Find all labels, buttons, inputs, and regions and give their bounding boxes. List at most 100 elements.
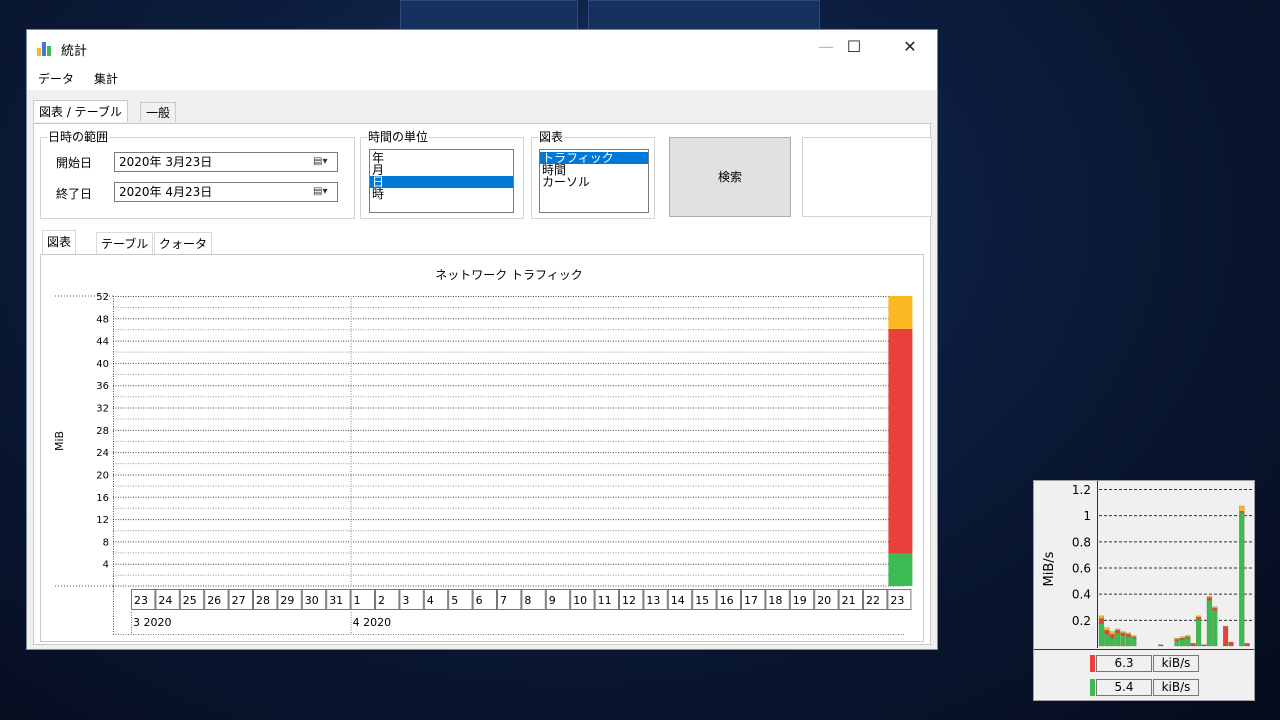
calendar-dropdown-icon[interactable]: ▤▾: [313, 155, 335, 169]
x-tick-label: 1: [354, 594, 361, 607]
x-tick-label: 28: [256, 594, 270, 607]
calendar-dropdown-icon[interactable]: ▤▾: [313, 185, 335, 199]
close-button[interactable]: ✕: [887, 30, 933, 64]
gadget-bar-segment: [1098, 615, 1104, 619]
gadget-bar-segment: [1179, 637, 1185, 640]
x-tick-label: 31: [329, 594, 343, 607]
traffic-bar-segment: [888, 328, 913, 554]
gadget-bar-segment: [1196, 617, 1202, 620]
start-date-picker[interactable]: 2020年 3月23日 ▤▾: [114, 152, 338, 172]
time-unit-option[interactable]: 年: [370, 152, 513, 164]
x-tick-label: 30: [305, 594, 319, 607]
gadget-bar-segment: [1120, 632, 1126, 636]
y-tick-label: 4: [103, 560, 109, 571]
menu-data[interactable]: データ: [38, 70, 74, 87]
x-tick-label: 9: [549, 594, 556, 607]
y-tick-label: 44: [96, 337, 109, 348]
empty-panel: [802, 137, 932, 217]
start-date-label: 開始日: [56, 156, 93, 170]
gadget-bar-segment: [1174, 640, 1180, 647]
gadget-bar-segment: [1244, 643, 1250, 647]
gadget-bar-segment: [1125, 632, 1131, 635]
gadget-bar-segment: [1109, 634, 1115, 639]
gadget-bar-segment: [1120, 635, 1126, 647]
gadget-bar-segment: [1125, 634, 1131, 637]
gadget-bar-segment: [1196, 615, 1202, 618]
gadget-bar-segment: [1174, 637, 1180, 640]
x-tick-label: 5: [451, 594, 458, 607]
x-tick-label: 24: [158, 594, 172, 607]
y-tick-label: 40: [96, 359, 109, 370]
download-rate-unit: kiB/s: [1153, 655, 1199, 672]
y-tick-label: 28: [96, 426, 109, 437]
y-tick-label: 52: [96, 292, 109, 303]
x-tick-label: 4: [427, 594, 434, 607]
network-meter-gadget: 0.2 0.4 0.6 0.8 1 1.2 MiB/s 6.3 kiB/s 5.4 kiB/…: [1033, 480, 1255, 701]
tab-chart-table[interactable]: 図表 / テーブル: [33, 100, 128, 122]
chart-type-option[interactable]: カーソル: [540, 176, 648, 188]
gadget-y-tick-label: 1.2: [1072, 483, 1091, 497]
gadget-bar-segment: [1239, 511, 1245, 513]
month-group-label: 4 2020: [353, 616, 392, 629]
upload-rate-value: 5.4: [1096, 679, 1152, 696]
tab-quota[interactable]: クォータ: [154, 232, 213, 254]
title-bar[interactable]: 統計 — ☐ ✕: [27, 30, 937, 66]
end-date-picker[interactable]: 2020年 4月23日 ▤▾: [114, 182, 338, 202]
x-tick-label: 10: [573, 594, 587, 607]
upload-rate-unit: kiB/s: [1153, 679, 1199, 696]
y-tick-label: 36: [96, 381, 109, 392]
y-axis-label: MiB: [53, 431, 66, 451]
tab-general[interactable]: 一般: [140, 102, 177, 122]
x-tick-label: 3: [402, 594, 409, 607]
x-tick-label: 26: [207, 594, 221, 607]
x-tick-label: 17: [744, 594, 758, 607]
x-tick-label: 13: [646, 594, 660, 607]
gadget-bar-segment: [1185, 636, 1191, 639]
chart-type-group: 図表 トラフィック 時間 カーソル: [531, 129, 655, 219]
y-tick-label: 20: [96, 470, 109, 481]
time-unit-listbox[interactable]: 年 月 日 時: [369, 149, 514, 213]
download-color-swatch: [1090, 655, 1095, 672]
gadget-bar-segment: [1131, 636, 1137, 639]
y-tick-label: 24: [96, 448, 109, 459]
gadget-bar-segment: [1185, 635, 1191, 637]
search-button[interactable]: 検索: [669, 137, 791, 217]
menu-aggregate[interactable]: 集計: [94, 70, 118, 87]
gadget-bar-segment: [1179, 636, 1185, 639]
x-tick-label: 20: [817, 594, 831, 607]
tab-chart[interactable]: 図表: [42, 230, 77, 254]
gadget-bar-segment: [1125, 636, 1131, 647]
time-unit-option-selected[interactable]: 日: [370, 176, 513, 188]
tab-page-chart-table: 日時の範囲 開始日 2020年 3月23日 ▤▾ 終了日 2020年 4月23日…: [33, 123, 932, 645]
gadget-y-axis-label: MiB/s: [1042, 551, 1057, 586]
y-tick-label: 32: [96, 404, 109, 415]
chart-panel: ネットワーク トラフィック 4 8 12 16 20 24 28 32 36 40 44 48 52 MiB…: [40, 254, 924, 642]
desktop-window-edge: [588, 0, 820, 30]
tab-table[interactable]: テーブル: [96, 232, 154, 254]
gadget-y-tick-label: 0.6: [1072, 562, 1091, 576]
x-tick-label: 14: [671, 594, 685, 607]
gadget-bar-segment: [1196, 619, 1202, 647]
gadget-bar-segment: [1223, 626, 1229, 647]
gadget-bar-segment: [1212, 607, 1218, 611]
time-unit-option[interactable]: 月: [370, 164, 513, 176]
x-tick-label: 25: [183, 594, 197, 607]
gadget-y-tick-label: 1: [1083, 509, 1091, 523]
gadget-bar-segment: [1115, 632, 1121, 647]
window-title: 統計: [61, 44, 88, 59]
x-tick-label: 19: [793, 594, 807, 607]
x-tick-label: 27: [232, 594, 246, 607]
gadget-bar-segment: [1115, 630, 1121, 634]
date-range-group: 日時の範囲 開始日 2020年 3月23日 ▤▾ 終了日 2020年 4月23日…: [40, 129, 355, 219]
download-rate-value: 6.3: [1096, 655, 1152, 672]
maximize-button[interactable]: ☐: [831, 30, 877, 64]
gadget-bar-segment: [1206, 596, 1212, 598]
time-unit-option[interactable]: 時: [370, 188, 513, 200]
x-tick-label: 12: [622, 594, 636, 607]
date-range-group-label: 日時の範囲: [47, 129, 110, 145]
traffic-bar-segment: [888, 553, 913, 586]
start-date-value: 2020年 3月23日: [119, 155, 213, 169]
chart-type-group-label: 図表: [538, 129, 565, 145]
gadget-y-tick-label: 0.4: [1072, 588, 1091, 602]
chart-type-listbox[interactable]: トラフィック 時間 カーソル: [539, 149, 649, 213]
